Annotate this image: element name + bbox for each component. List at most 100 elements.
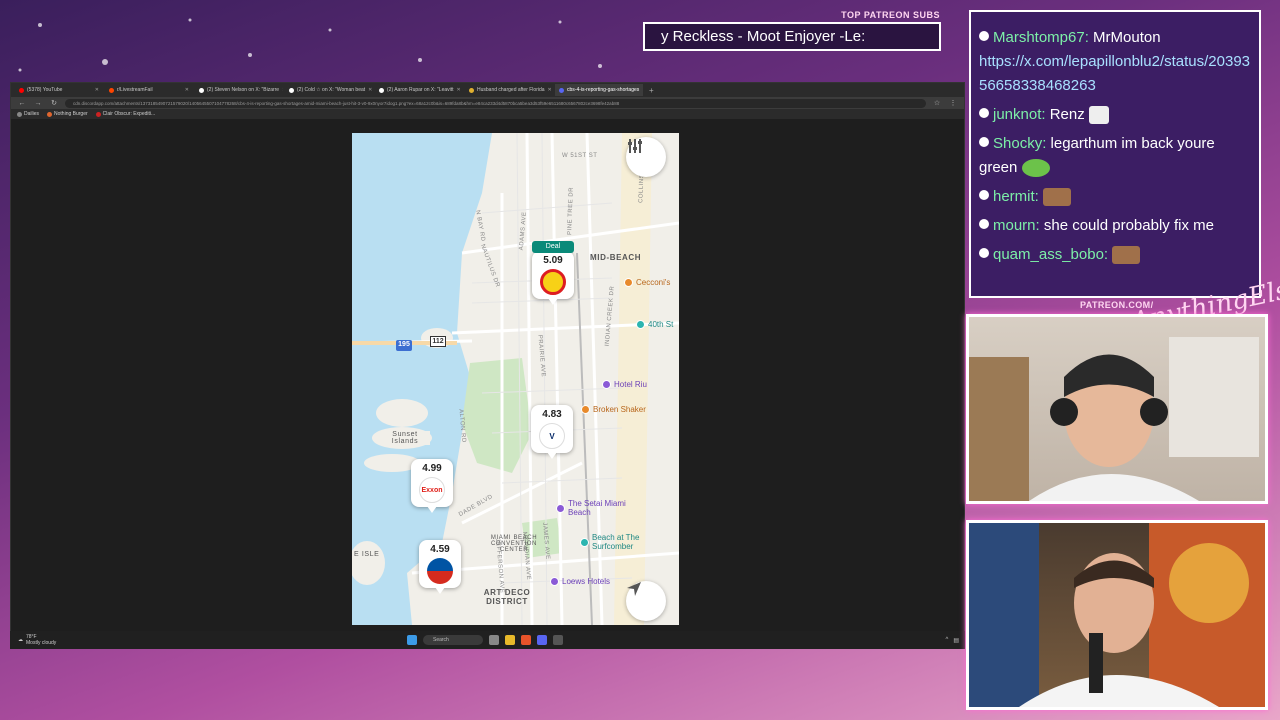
poi-marker[interactable]: Beach at The Surfcomber bbox=[580, 533, 652, 551]
chat-bullet-icon bbox=[979, 190, 989, 201]
url-input[interactable]: cdn.discordapp.com/attachments/137318549… bbox=[65, 98, 926, 108]
x-icon bbox=[379, 87, 384, 93]
filter-button[interactable] bbox=[626, 137, 666, 177]
poi-marker[interactable]: The Setai Miami Beach bbox=[556, 499, 628, 517]
bookmark-label: Clair Obscur: Expediti... bbox=[102, 111, 156, 117]
exxon-logo-icon: Exxon bbox=[419, 477, 445, 503]
chat-username: quam_ass_bobo: bbox=[993, 246, 1109, 263]
gas-price: 4.59 bbox=[430, 544, 450, 555]
webcam-bottom bbox=[966, 520, 1268, 710]
chat-text: Renz bbox=[1045, 106, 1089, 123]
tab-label: (2) Aaron Rupar on X: "Leavitt bbox=[387, 87, 454, 93]
gas-price: 5.09 bbox=[543, 255, 563, 266]
area-label: E ISLE bbox=[354, 551, 380, 558]
poi-marker[interactable]: Cecconi's bbox=[624, 278, 670, 287]
gas-station-pin[interactable]: 4.99 Exxon bbox=[411, 459, 453, 513]
browser-tab[interactable]: r/LivestreamFail ✕ bbox=[105, 84, 193, 96]
poi-label: The Setai Miami Beach bbox=[568, 499, 626, 517]
task-view-icon[interactable] bbox=[489, 635, 499, 645]
cloud-icon: ☁ bbox=[18, 637, 23, 643]
bookmark-item[interactable]: Dailies bbox=[17, 111, 39, 117]
bookmark-item[interactable]: Nothing Burger bbox=[47, 111, 88, 117]
chat-message: hermit: bbox=[979, 185, 1251, 209]
chat-message: Marshtomp67: MrMouton https://x.com/lepap… bbox=[979, 26, 1251, 98]
extensions-icon[interactable]: ⋮ bbox=[948, 99, 958, 107]
poi-marker[interactable]: Loews Hotels bbox=[550, 577, 610, 586]
poi-marker[interactable]: 40th St bbox=[636, 320, 673, 329]
navigation-arrow-icon bbox=[627, 582, 641, 596]
bookmarks-bar: Dailies Nothing Burger Clair Obscur: Exp… bbox=[11, 109, 964, 119]
chat-message: quam_ass_bobo: bbox=[979, 243, 1251, 267]
hotel-icon bbox=[602, 380, 611, 389]
hotel-icon bbox=[556, 503, 565, 513]
bookmark-star-icon[interactable]: ☆ bbox=[932, 99, 942, 107]
weather-widget[interactable]: ☁ 78°F Mostly cloudy bbox=[10, 634, 130, 646]
chat-message: mourn: she could probably fix me bbox=[979, 214, 1251, 238]
weather-desc: Mostly cloudy bbox=[26, 640, 57, 646]
poi-label: Hotel Riu bbox=[614, 380, 647, 389]
browser-tab[interactable]: (5378) YouTube ✕ bbox=[15, 84, 103, 96]
x-icon bbox=[199, 87, 204, 93]
chat-bullet-icon bbox=[979, 108, 989, 119]
file-explorer-icon[interactable] bbox=[505, 635, 515, 645]
gas-price: 4.99 bbox=[422, 463, 442, 474]
gas-station-pin[interactable]: 4.59 bbox=[419, 540, 461, 594]
new-tab-icon[interactable]: + bbox=[649, 86, 654, 95]
hotel-icon bbox=[550, 577, 559, 586]
tab-label: Husband charged after Florida bbox=[477, 87, 545, 93]
gas-station-pin[interactable]: Deal 5.09 bbox=[532, 241, 574, 305]
browser-tab-active[interactable]: cbs-4-is-reporting-gas-shortages✕ bbox=[555, 84, 643, 96]
news-icon bbox=[469, 87, 474, 93]
folder-icon bbox=[17, 111, 22, 117]
discord-icon[interactable] bbox=[537, 635, 547, 645]
close-icon[interactable]: ✕ bbox=[642, 87, 643, 93]
browser-icon[interactable] bbox=[521, 635, 531, 645]
close-icon[interactable]: ✕ bbox=[457, 87, 461, 93]
chat-bullet-icon bbox=[979, 248, 989, 259]
bookmark-favicon bbox=[95, 111, 101, 117]
bookmark-label: Nothing Burger bbox=[54, 111, 88, 117]
area-label: MID-BEACH bbox=[590, 253, 642, 262]
chevron-logo-icon bbox=[427, 558, 453, 584]
close-icon[interactable]: ✕ bbox=[282, 87, 283, 93]
search-placeholder: Search bbox=[433, 637, 449, 643]
chat-bullet-icon bbox=[979, 219, 989, 230]
chat-bullet-icon bbox=[979, 31, 989, 42]
network-icon[interactable]: ▤ bbox=[953, 637, 959, 644]
close-icon[interactable]: ✕ bbox=[368, 87, 372, 93]
chat-link[interactable]: https://x.com/lepapillonblu2/status/2039… bbox=[979, 53, 1250, 94]
poi-marker[interactable]: Hotel Riu bbox=[602, 380, 647, 389]
browser-tab[interactable]: (2) Cold ☆ on X: "Woman beat ✕ bbox=[285, 84, 373, 96]
back-arrow-icon[interactable]: ← bbox=[17, 100, 27, 107]
close-icon[interactable]: ✕ bbox=[548, 87, 552, 93]
poi-marker[interactable]: Broken Shaker bbox=[581, 405, 646, 414]
reload-icon[interactable]: ↻ bbox=[49, 99, 59, 107]
windows-start-icon[interactable] bbox=[407, 635, 417, 645]
bookmark-favicon bbox=[47, 111, 53, 117]
gas-station-pin[interactable]: 4.83 V bbox=[531, 405, 573, 459]
gas-price: 4.83 bbox=[542, 409, 562, 420]
tab-label: (2) Steven Nelson on X: "Bizarre bbox=[207, 87, 280, 93]
obs-icon[interactable] bbox=[553, 635, 563, 645]
poi-label: Beach at The Surfcomber bbox=[592, 533, 640, 551]
forward-arrow-icon[interactable]: → bbox=[33, 100, 43, 107]
deal-badge: Deal bbox=[532, 241, 574, 253]
tab-label: cbs-4-is-reporting-gas-shortages bbox=[567, 87, 640, 93]
browser-tab[interactable]: (2) Aaron Rupar on X: "Leavitt ✕ bbox=[375, 84, 463, 96]
close-icon[interactable]: ✕ bbox=[185, 87, 189, 93]
bookmark-item[interactable]: Clair Obscur: Expediti... bbox=[95, 111, 156, 117]
taskbar-search[interactable]: Search bbox=[423, 635, 483, 645]
poi-label: Cecconi's bbox=[636, 278, 671, 287]
tray-chevron-icon[interactable]: ^ bbox=[946, 637, 949, 644]
close-icon[interactable]: ✕ bbox=[95, 87, 99, 93]
locate-button[interactable] bbox=[626, 581, 666, 621]
browser-tab[interactable]: (2) Steven Nelson on X: "Bizarre✕ bbox=[195, 84, 283, 96]
gas-price-map[interactable]: W 51ST ST COLLINS AVE N BAY RD ADAMS AVE… bbox=[352, 133, 679, 625]
street-label: W 51ST ST bbox=[562, 153, 598, 159]
browser-tab[interactable]: Husband charged after Florida ✕ bbox=[465, 84, 553, 96]
patreon-ticker: y Reckless - Moot Enjoyer -Le: bbox=[643, 22, 941, 51]
chat-message: Shocky: legarthum im back youre green bbox=[979, 132, 1251, 180]
poi-label: 40th St bbox=[648, 320, 674, 329]
address-bar: ← → ↻ cdn.discordapp.com/attachments/137… bbox=[11, 97, 964, 109]
reddit-icon bbox=[109, 87, 114, 93]
